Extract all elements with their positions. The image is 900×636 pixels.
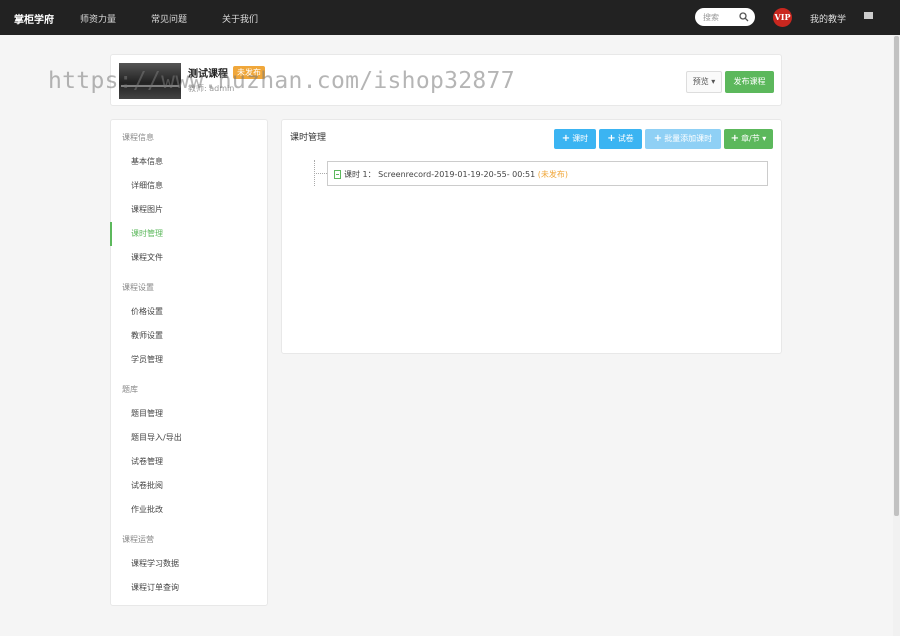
lesson-management-panel: 课时管理 + 课时 + 试卷 + 批量添加课时 + 章/节 ▾ 课时 1： Screen… bbox=[281, 119, 782, 354]
sidebar-section-course-operations: 课程运营 bbox=[122, 535, 154, 544]
add-chapter-button[interactable]: + 章/节 ▾ bbox=[724, 129, 773, 149]
plus-icon: + bbox=[653, 133, 663, 144]
search-icon[interactable] bbox=[738, 11, 750, 23]
plus-icon: + bbox=[607, 133, 616, 144]
sidebar-item-lesson-management[interactable]: 课时管理 bbox=[131, 228, 163, 239]
sidebar-item-course-files[interactable]: 课程文件 bbox=[131, 252, 163, 263]
brand-logo[interactable]: 掌柜学府 bbox=[14, 11, 54, 26]
sidebar-item-price-settings[interactable]: 价格设置 bbox=[131, 306, 163, 317]
active-indicator bbox=[110, 222, 112, 246]
nav-link-faq[interactable]: 常见问题 bbox=[151, 12, 187, 25]
sidebar-item-question-management[interactable]: 题目管理 bbox=[131, 408, 163, 419]
sidebar-item-question-import-export[interactable]: 题目导入/导出 bbox=[131, 432, 182, 443]
search-placeholder: 搜索 bbox=[703, 13, 719, 22]
lesson-item[interactable]: 课时 1： Screenrecord-2019-01-19-20-55- 00:… bbox=[327, 161, 768, 186]
watermark-text: https://www.huzhan.com/ishop32877 bbox=[48, 68, 515, 94]
lesson-item-text: 课时 1： Screenrecord-2019-01-19-20-55- 00:… bbox=[344, 170, 569, 179]
sidebar-item-course-images[interactable]: 课程图片 bbox=[131, 204, 163, 215]
sidebar-section-course-info: 课程信息 bbox=[122, 133, 154, 142]
my-teaching-link[interactable]: 我的教学 bbox=[810, 12, 846, 25]
preview-button[interactable]: 预览 ▾ bbox=[686, 71, 722, 93]
lesson-status: (未发布) bbox=[537, 170, 569, 179]
plus-icon: + bbox=[730, 133, 740, 144]
mail-icon[interactable] bbox=[864, 12, 873, 19]
document-icon bbox=[334, 170, 341, 179]
publish-course-button[interactable]: 发布课程 bbox=[725, 71, 774, 93]
sidebar-item-teacher-settings[interactable]: 教师设置 bbox=[131, 330, 163, 341]
tree-connector bbox=[314, 173, 327, 174]
scrollbar-thumb[interactable] bbox=[894, 36, 899, 516]
sidebar-item-learning-data[interactable]: 课程学习数据 bbox=[131, 558, 179, 569]
plus-icon: + bbox=[561, 133, 571, 144]
search-input[interactable]: 搜索 bbox=[695, 8, 755, 26]
nav-link-about[interactable]: 关于我们 bbox=[222, 12, 258, 25]
sidebar-item-exam-review[interactable]: 试卷批阅 bbox=[131, 480, 163, 491]
sidebar-item-student-management[interactable]: 学员管理 bbox=[131, 354, 163, 365]
add-lesson-button[interactable]: + 课时 bbox=[554, 129, 596, 149]
sidebar-item-basic-info[interactable]: 基本信息 bbox=[131, 156, 163, 167]
add-exam-button[interactable]: + 试卷 bbox=[599, 129, 642, 149]
top-navbar: 掌柜学府 师资力量 常见问题 关于我们 搜索 VIP 我的教学 bbox=[0, 0, 900, 35]
sidebar-item-homework-grading[interactable]: 作业批改 bbox=[131, 504, 163, 515]
nav-link-teachers[interactable]: 师资力量 bbox=[80, 12, 116, 25]
sidebar-section-course-settings: 课程设置 bbox=[122, 283, 154, 292]
course-sidebar: 课程信息 基本信息 详细信息 课程图片 课时管理 课程文件 课程设置 价格设置 … bbox=[110, 119, 268, 606]
batch-add-lessons-button[interactable]: + 批量添加课时 bbox=[645, 129, 721, 149]
sidebar-item-detail-info[interactable]: 详细信息 bbox=[131, 180, 163, 191]
sidebar-section-question-bank: 题库 bbox=[122, 385, 138, 394]
sidebar-item-exam-management[interactable]: 试卷管理 bbox=[131, 456, 163, 467]
vip-avatar[interactable]: VIP bbox=[773, 8, 792, 27]
sidebar-item-order-query[interactable]: 课程订单查询 bbox=[131, 582, 179, 593]
page-title: 课时管理 bbox=[290, 133, 327, 143]
